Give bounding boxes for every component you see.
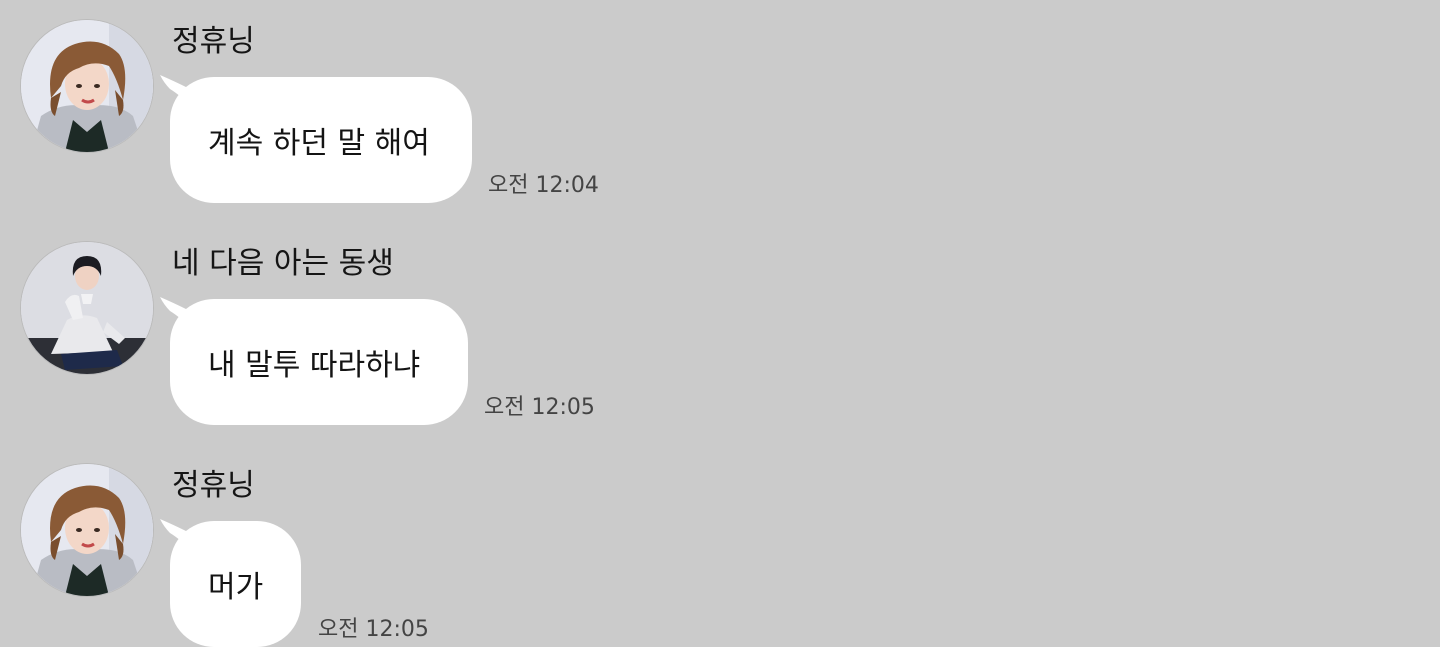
message-bubble[interactable]: 계속 하던 말 해여 xyxy=(160,75,472,203)
avatar[interactable] xyxy=(21,464,153,596)
avatar[interactable] xyxy=(21,20,153,152)
sender-name: 네 다음 아는 동생 xyxy=(172,246,394,281)
profile-photo-icon xyxy=(21,20,153,152)
bubble-tail-icon xyxy=(160,75,194,109)
message-time: 오전 12:05 xyxy=(484,395,595,420)
chat-area: 정휴닝 계속 하던 말 해여 오전 12:04 네 다음 아는 동생 내 말투 … xyxy=(0,0,1440,647)
avatar[interactable] xyxy=(21,242,153,374)
sender-name: 정휴닝 xyxy=(172,468,255,503)
bubble-tail-icon xyxy=(160,297,194,331)
message-time: 오전 12:05 xyxy=(318,617,429,642)
message-bubble[interactable]: 머가 xyxy=(160,519,301,647)
bubble-tail-icon xyxy=(160,519,194,553)
sender-name: 정휴닝 xyxy=(172,24,255,59)
profile-photo-icon xyxy=(21,464,153,596)
message-text: 내 말투 따라하냐 xyxy=(208,348,421,383)
message-time: 오전 12:04 xyxy=(488,173,599,198)
message-bubble[interactable]: 내 말투 따라하냐 xyxy=(160,297,468,425)
message-text: 머가 xyxy=(208,570,264,605)
profile-photo-icon xyxy=(21,242,153,374)
message-text: 계속 하던 말 해여 xyxy=(208,126,430,161)
